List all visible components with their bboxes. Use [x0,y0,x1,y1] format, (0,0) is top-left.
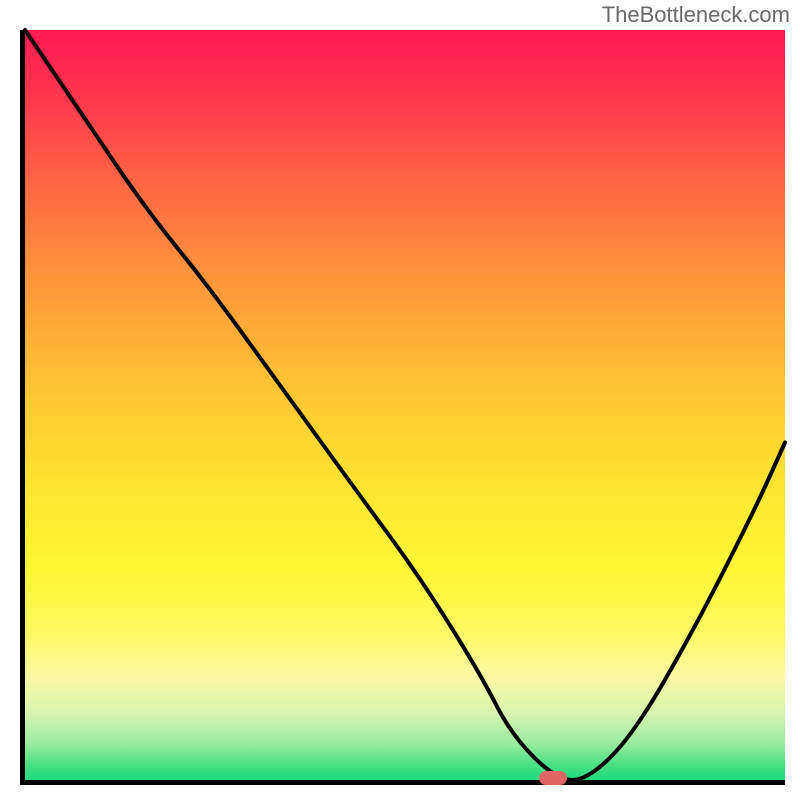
optimum-marker [539,771,567,785]
bottleneck-curve [25,30,785,780]
plot-area [20,30,785,785]
curve-path [25,30,785,780]
chart-container: TheBottleneck.com [0,0,800,800]
watermark-text: TheBottleneck.com [602,2,790,28]
